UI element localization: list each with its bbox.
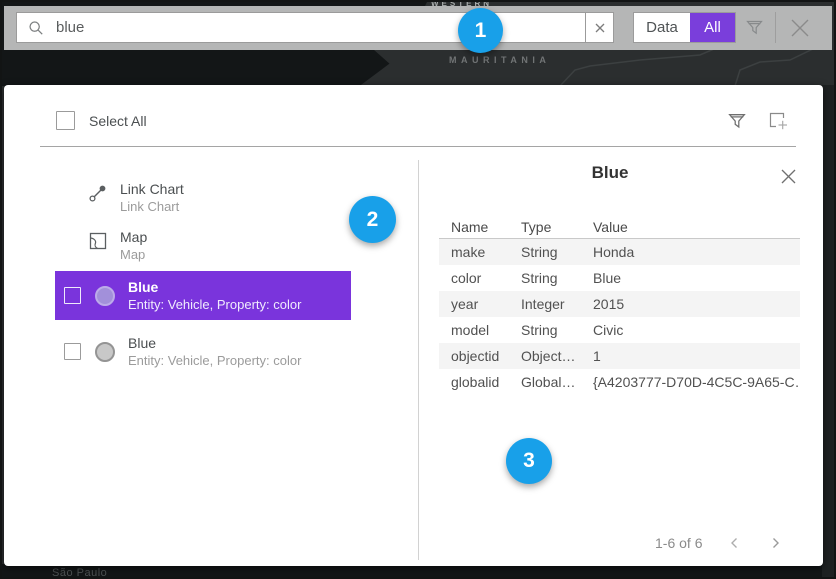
chevron-left-icon (727, 535, 743, 551)
color-swatch-icon (95, 286, 115, 306)
search-icon (28, 20, 44, 36)
cell-value: {A4203777-D70D-4C5C-9A65-C… (593, 374, 800, 390)
callout-badge-1: 1 (458, 8, 503, 53)
search-close-button[interactable] (784, 12, 816, 43)
cell-name: make (439, 244, 521, 260)
result-item-map[interactable]: Map Map (88, 229, 388, 267)
table-row: objectid Object… 1 (439, 343, 800, 369)
table-row: globalid Global… {A4203777-D70D-4C5C-9A6… (439, 369, 800, 395)
detail-title: Blue (424, 163, 796, 183)
result-title: Link Chart (120, 181, 184, 198)
result-title: Blue (128, 335, 301, 352)
cell-type: String (521, 322, 593, 338)
result-item-blue-selected[interactable]: Blue Entity: Vehicle, Property: color (55, 271, 351, 320)
scope-option-all[interactable]: All (690, 13, 735, 42)
pagination-prev-button[interactable] (723, 531, 747, 555)
app-window: WESTERN MAURITANIA São Paulo Data All (0, 0, 836, 579)
cell-type: String (521, 244, 593, 260)
result-checkbox[interactable] (64, 343, 81, 360)
cell-name: globalid (439, 374, 521, 390)
link-chart-icon (88, 183, 108, 203)
table-row: model String Civic (439, 317, 800, 343)
clear-search-button[interactable] (585, 12, 614, 43)
table-row: year Integer 2015 (439, 291, 800, 317)
funnel-icon (745, 18, 764, 37)
cell-name: color (439, 270, 521, 286)
attribute-table-header: Name Type Value (439, 215, 800, 239)
cell-value: Civic (593, 322, 800, 338)
map-label-mauritania: MAURITANIA (449, 55, 550, 65)
color-swatch-icon (95, 342, 115, 362)
result-title: Blue (128, 279, 301, 296)
select-all-checkbox[interactable] (56, 111, 75, 130)
pagination-label: 1-6 of 6 (655, 535, 702, 551)
map-bottom-strip (0, 564, 836, 579)
cell-value: Blue (593, 270, 800, 286)
cell-value: 2015 (593, 296, 800, 312)
result-title: Map (120, 229, 147, 246)
add-to-map-button[interactable] (766, 109, 790, 132)
map-icon (88, 231, 108, 251)
funnel-icon (727, 111, 747, 131)
square-plus-icon (767, 110, 789, 131)
results-filter-button[interactable] (726, 110, 748, 132)
column-header-type: Type (521, 219, 593, 235)
cell-name: objectid (439, 348, 521, 364)
detail-close-button[interactable] (776, 164, 800, 188)
chevron-right-icon (767, 535, 783, 551)
result-subtitle: Entity: Vehicle, Property: color (128, 296, 301, 313)
search-results-panel: Select All Link Chart (4, 85, 823, 566)
search-scope-toggle: Data All (633, 12, 736, 43)
cell-name: model (439, 322, 521, 338)
header-divider (40, 146, 796, 147)
result-subtitle: Entity: Vehicle, Property: color (128, 352, 301, 369)
close-icon (780, 168, 797, 185)
result-subtitle: Map (120, 246, 147, 263)
callout-badge-2: 2 (349, 196, 396, 243)
result-item-blue[interactable]: Blue Entity: Vehicle, Property: color (55, 327, 351, 376)
result-subtitle: Link Chart (120, 198, 184, 215)
cell-type: Object… (521, 348, 593, 364)
cell-value: Honda (593, 244, 800, 260)
cell-type: String (521, 270, 593, 286)
toolbar-divider (775, 12, 776, 43)
result-item-link-chart[interactable]: Link Chart Link Chart (88, 181, 388, 219)
select-all-label: Select All (89, 113, 147, 129)
result-checkbox[interactable] (64, 287, 81, 304)
clear-x-icon (594, 22, 606, 34)
table-row: make String Honda (439, 239, 800, 265)
cell-type: Global… (521, 374, 593, 390)
search-filter-button[interactable] (741, 14, 767, 41)
column-header-name: Name (439, 219, 521, 235)
attribute-table: Name Type Value make String Honda color … (439, 215, 800, 395)
map-right-strip (822, 85, 836, 579)
table-row: color String Blue (439, 265, 800, 291)
cell-type: Integer (521, 296, 593, 312)
close-icon (789, 17, 811, 39)
scope-option-data[interactable]: Data (634, 13, 690, 42)
search-input[interactable] (54, 18, 585, 37)
pagination-next-button[interactable] (763, 531, 787, 555)
callout-badge-3: 3 (506, 438, 552, 484)
map-label-sao-paulo: São Paulo (52, 567, 107, 579)
column-header-value: Value (593, 219, 800, 235)
cell-name: year (439, 296, 521, 312)
cell-value: 1 (593, 348, 800, 364)
search-toolbar: Data All (4, 6, 832, 50)
list-detail-divider (418, 160, 419, 560)
